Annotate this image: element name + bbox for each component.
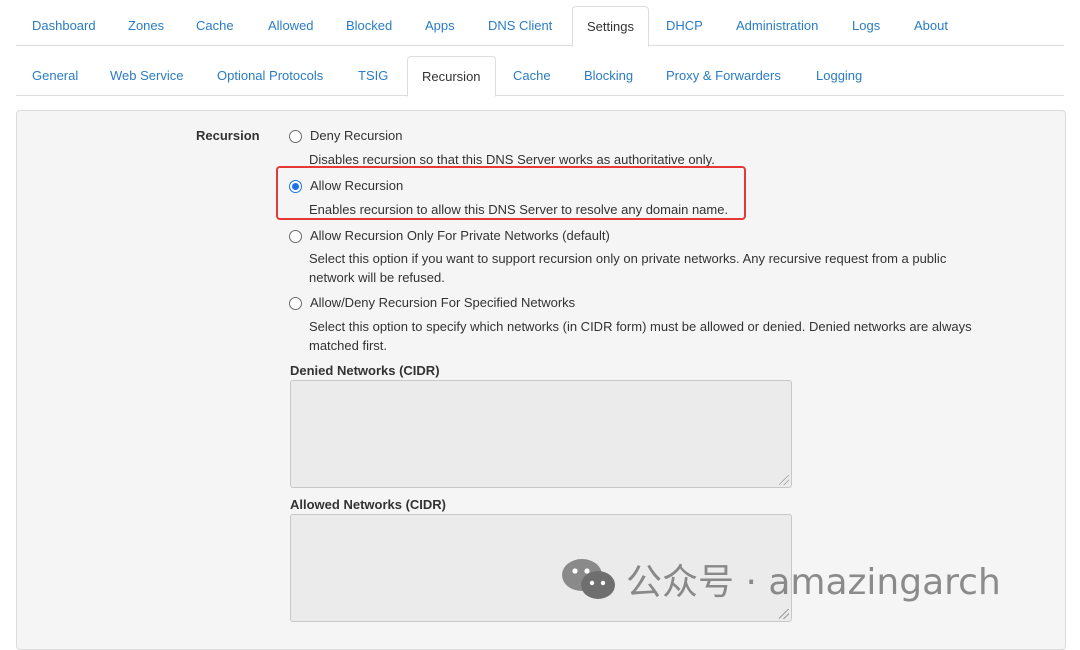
denied-networks-textarea[interactable] xyxy=(290,380,792,488)
deny-recursion-radio[interactable] xyxy=(289,130,302,143)
recursion-label: Recursion xyxy=(196,128,260,143)
tab-cache[interactable]: Cache xyxy=(182,6,248,46)
tab-blocked[interactable]: Blocked xyxy=(332,6,406,46)
allowed-networks-label: Allowed Networks (CIDR) xyxy=(290,497,447,512)
tab-blocking[interactable]: Blocking xyxy=(570,56,647,96)
tab-web-service[interactable]: Web Service xyxy=(96,56,197,96)
watermark-text: 公众号 · amazingarch xyxy=(626,562,1001,603)
specified-recursion-title: Allow/Deny Recursion For Specified Netwo… xyxy=(310,295,576,310)
private-recursion-radio[interactable] xyxy=(289,230,302,243)
tab-proxy-forwarders[interactable]: Proxy & Forwarders xyxy=(652,56,795,96)
tab-logging[interactable]: Logging xyxy=(802,56,876,96)
tab-recursion[interactable]: Recursion xyxy=(407,56,496,97)
tab-tsig[interactable]: TSIG xyxy=(344,56,402,96)
tab-dns-client[interactable]: DNS Client xyxy=(474,6,566,46)
deny-recursion-title: Deny Recursion xyxy=(310,128,403,143)
tab-administration[interactable]: Administration xyxy=(722,6,832,46)
private-recursion-title: Allow Recursion Only For Private Network… xyxy=(310,228,610,243)
tab-sub-cache[interactable]: Cache xyxy=(499,56,565,96)
resize-handle-icon[interactable] xyxy=(779,475,789,485)
private-recursion-description: Select this option if you want to suppor… xyxy=(309,251,947,285)
watermark: 公众号 · amazingarch xyxy=(560,551,1001,607)
highlight-box xyxy=(276,166,746,220)
settings-sub-tabs: General Web Service Optional Protocols T… xyxy=(16,56,1064,97)
wechat-logo-icon xyxy=(560,557,618,601)
tab-allowed[interactable]: Allowed xyxy=(254,6,328,46)
specified-recursion-description: Select this option to specify which netw… xyxy=(309,319,972,353)
tab-optional-protocols[interactable]: Optional Protocols xyxy=(203,56,337,96)
tab-general[interactable]: General xyxy=(18,56,92,96)
tab-dashboard[interactable]: Dashboard xyxy=(18,6,110,46)
tab-dhcp[interactable]: DHCP xyxy=(652,6,717,46)
tab-apps[interactable]: Apps xyxy=(411,6,469,46)
tab-zones[interactable]: Zones xyxy=(114,6,178,46)
denied-networks-label: Denied Networks (CIDR) xyxy=(290,363,440,378)
main-nav-tabs: Dashboard Zones Cache Allowed Blocked Ap… xyxy=(16,6,1064,47)
tab-logs[interactable]: Logs xyxy=(838,6,894,46)
specified-recursion-radio[interactable] xyxy=(289,297,302,310)
tab-settings[interactable]: Settings xyxy=(572,6,649,47)
tab-about[interactable]: About xyxy=(900,6,962,46)
resize-handle-icon[interactable] xyxy=(779,609,789,619)
